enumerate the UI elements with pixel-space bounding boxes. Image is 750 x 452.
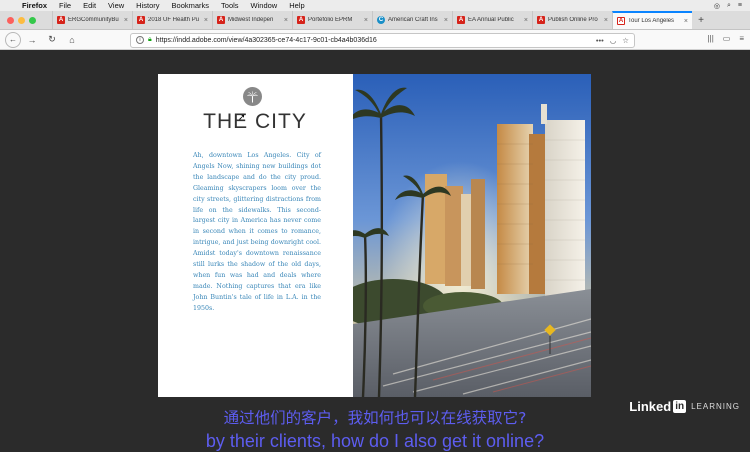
subtitle-english: by their clients, how do I also get it o… (205, 431, 545, 451)
tab-ergcommunity[interactable]: A ERGCommunityBu × (52, 11, 132, 29)
tab-publish-online[interactable]: A Publish Online Pro × (532, 11, 612, 29)
minimize-window-icon[interactable] (18, 16, 25, 24)
tab-ea-annual[interactable]: A EA Annual Public × (452, 11, 532, 29)
adobe-icon: A (137, 16, 145, 24)
tab-label: American Craft Ins (388, 17, 438, 23)
tab-american-craft[interactable]: C American Craft Ins × (372, 11, 452, 29)
info-icon[interactable]: i (136, 36, 144, 44)
hamburger-menu-icon[interactable]: ≡ (739, 34, 744, 43)
menu-file[interactable]: File (59, 1, 71, 10)
los-angeles-skyline-photo (353, 74, 591, 397)
status-icons: ◎ ⌕ ≡ (714, 2, 750, 10)
tab-midwest[interactable]: A Midwest Indepen × (212, 11, 292, 29)
search-icon[interactable]: ⌕ (727, 2, 731, 10)
circle-logo-icon: C (377, 16, 385, 24)
logo-learning-text: LEARNING (691, 402, 740, 411)
adobe-icon: A (457, 16, 465, 24)
tab-label: EA Annual Public (468, 17, 514, 23)
tab-label: Tour Los Angeles (628, 18, 675, 24)
close-tab-icon[interactable]: × (444, 17, 448, 24)
sidebar-icon[interactable]: ▭ (723, 34, 731, 43)
close-tab-icon[interactable]: × (524, 17, 528, 24)
macos-menu-bar: Firefox File Edit View History Bookmarks… (0, 0, 750, 11)
menu-tools[interactable]: Tools (221, 1, 239, 10)
tab-uf-health[interactable]: A 2018 UF Health Pu × (132, 11, 212, 29)
pocket-icon[interactable]: ◡ (610, 36, 617, 45)
toolbar-right: ||| ▭ ≡ (708, 34, 744, 43)
adobe-icon: A (537, 16, 545, 24)
close-tab-icon[interactable]: × (204, 17, 208, 24)
tab-label: Publish Online Pro (548, 17, 598, 23)
forward-button[interactable]: → (23, 32, 41, 48)
close-window-icon[interactable] (7, 16, 14, 24)
tab-label: ERGCommunityBu (68, 17, 119, 23)
lock-icon[interactable]: 🔒︎ (148, 36, 152, 44)
adobe-icon: A (297, 16, 305, 24)
page-actions-icon[interactable]: ••• (596, 36, 604, 45)
maximize-window-icon[interactable] (29, 16, 36, 24)
url-bar[interactable]: i 🔒︎ https://indd.adobe.com/view/4a30236… (130, 32, 635, 48)
page-viewport: ➚ THE CITY Ah, downtown Los Angeles. Cit… (0, 51, 750, 451)
library-icon[interactable]: ||| (708, 34, 714, 43)
close-tab-icon[interactable]: × (604, 17, 608, 24)
menu-edit[interactable]: Edit (83, 1, 96, 10)
navigation-bar: ← → ↻ ⌂ i 🔒︎ https://indd.adobe.com/view… (0, 30, 750, 50)
new-tab-button[interactable]: + (692, 11, 710, 29)
adobe-icon: A (57, 16, 65, 24)
menu-window[interactable]: Window (251, 1, 278, 10)
home-button[interactable]: ⌂ (63, 32, 81, 48)
reload-button[interactable]: ↻ (43, 32, 61, 48)
close-tab-icon[interactable]: × (124, 17, 128, 24)
window-controls (0, 11, 52, 29)
menu-view[interactable]: View (108, 1, 124, 10)
logo-in-badge: in (673, 400, 687, 413)
close-tab-icon[interactable]: × (684, 18, 688, 25)
menu-history[interactable]: History (136, 1, 159, 10)
creative-cloud-icon[interactable]: ◎ (714, 2, 720, 10)
adobe-icon: A (217, 16, 225, 24)
tab-label: 2018 UF Health Pu (148, 17, 200, 23)
menu-bookmarks[interactable]: Bookmarks (172, 1, 210, 10)
menu-help[interactable]: Help (289, 1, 304, 10)
page-title: THE CITY (203, 110, 307, 133)
adobe-icon: A (617, 17, 625, 25)
bookmark-star-icon[interactable]: ☆ (622, 36, 629, 45)
tab-label: Midwest Indepen (228, 17, 274, 23)
back-button[interactable]: ← (5, 31, 21, 48)
close-tab-icon[interactable]: × (284, 17, 288, 24)
tab-tour-los-angeles[interactable]: A Tour Los Angeles × (612, 11, 692, 29)
tab-label: Portefólio EPRM (308, 17, 353, 23)
close-tab-icon[interactable]: × (364, 17, 368, 24)
menu-firefox[interactable]: Firefox (22, 1, 47, 10)
tab-portefolio[interactable]: A Portefólio EPRM × (292, 11, 372, 29)
article-body: Ah, downtown Los Angeles. City of Angels… (193, 152, 321, 312)
notification-icon[interactable]: ≡ (738, 2, 742, 10)
publication-spread: ➚ THE CITY Ah, downtown Los Angeles. Cit… (158, 74, 591, 397)
linkedin-learning-logo: Linked in LEARNING (629, 399, 740, 414)
left-page: ➚ THE CITY Ah, downtown Los Angeles. Cit… (158, 74, 353, 397)
url-actions: ••• ◡ ☆ (596, 36, 634, 45)
tab-strip: A ERGCommunityBu × A 2018 UF Health Pu ×… (0, 11, 750, 30)
url-text[interactable]: https://indd.adobe.com/view/4a302365-ce7… (156, 37, 377, 44)
logo-linked-text: Linked (629, 399, 672, 414)
palm-tree-icon (243, 87, 262, 106)
